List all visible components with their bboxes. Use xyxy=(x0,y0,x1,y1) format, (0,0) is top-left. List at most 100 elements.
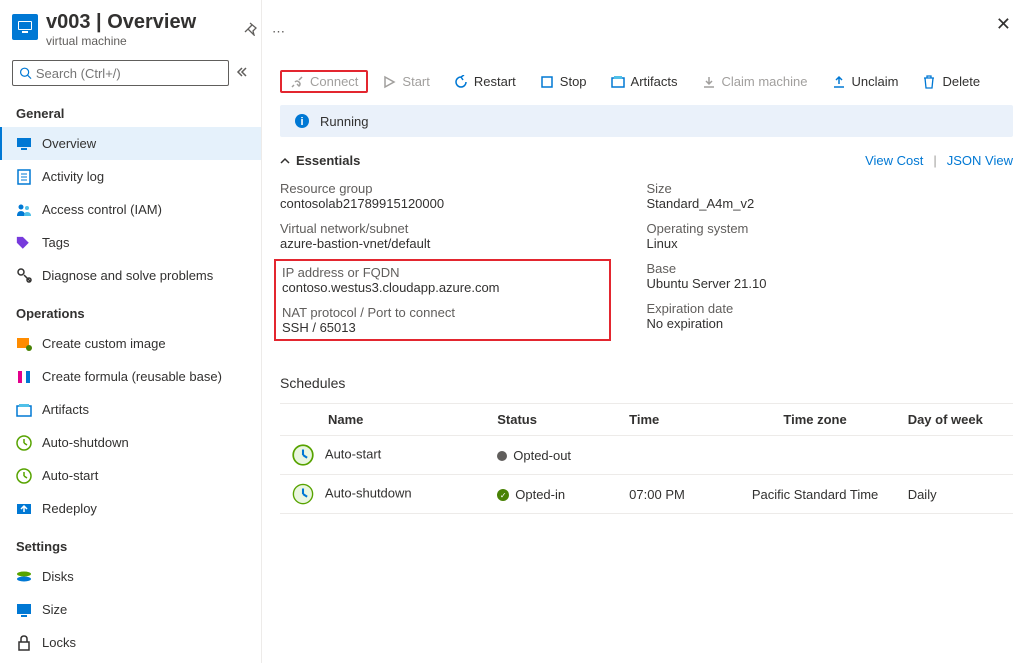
connect-icon xyxy=(290,75,304,89)
artifacts-button[interactable]: Artifacts xyxy=(601,70,688,93)
size-label: Size xyxy=(647,181,1014,196)
ip-value: contoso.westus3.cloudapp.azure.com xyxy=(282,280,603,295)
sidebar-item-label: Redeploy xyxy=(42,501,97,516)
sidebar-item-diagnose[interactable]: Diagnose and solve problems xyxy=(0,259,261,292)
row-timezone: Pacific Standard Time xyxy=(734,475,895,514)
more-icon[interactable]: ⋯ xyxy=(266,18,291,46)
col-dow: Day of week xyxy=(896,404,1013,436)
nat-value: SSH / 65013 xyxy=(282,320,603,335)
sidebar-item-formula[interactable]: Create formula (reusable base) xyxy=(0,360,261,393)
diagnose-icon xyxy=(16,268,32,284)
nav-heading-general: General xyxy=(0,100,261,127)
os-label: Operating system xyxy=(647,221,1014,236)
row-name: Auto-start xyxy=(325,446,381,461)
os-value: Linux xyxy=(647,236,1014,251)
row-time xyxy=(617,436,734,475)
status-text: Running xyxy=(320,114,368,129)
stop-button[interactable]: Stop xyxy=(530,70,597,93)
restart-button[interactable]: Restart xyxy=(444,70,526,93)
status-bar: i Running xyxy=(280,105,1013,137)
search-icon xyxy=(19,66,32,80)
col-name: Name xyxy=(280,404,485,436)
sidebar-item-label: Access control (IAM) xyxy=(42,202,162,217)
redeploy-icon xyxy=(16,501,32,517)
collapse-sidebar-button[interactable] xyxy=(233,64,249,83)
toolbar-label: Stop xyxy=(560,74,587,89)
sidebar-item-auto-shutdown[interactable]: Auto-shutdown xyxy=(0,426,261,459)
sidebar-item-label: Create custom image xyxy=(42,336,166,351)
sidebar-item-label: Diagnose and solve problems xyxy=(42,268,213,283)
sidebar-item-redeploy[interactable]: Redeploy xyxy=(0,492,261,525)
sidebar-item-label: Size xyxy=(42,602,67,617)
artifacts-icon xyxy=(16,402,32,418)
toolbar-label: Delete xyxy=(942,74,980,89)
sidebar-item-size[interactable]: Size xyxy=(0,593,261,626)
toolbar-label: Artifacts xyxy=(631,74,678,89)
formula-icon xyxy=(16,369,32,385)
vnet-value[interactable]: azure-bastion-vnet/default xyxy=(280,236,647,251)
search-input[interactable] xyxy=(36,66,222,81)
nat-label: NAT protocol / Port to connect xyxy=(282,305,603,320)
base-label: Base xyxy=(647,261,1014,276)
sidebar-item-label: Auto-shutdown xyxy=(42,435,129,450)
toolbar-label: Restart xyxy=(474,74,516,89)
clock-icon xyxy=(16,468,32,484)
essentials-heading: Essentials xyxy=(296,153,360,168)
sidebar-item-artifacts[interactable]: Artifacts xyxy=(0,393,261,426)
sidebar-item-tags[interactable]: Tags xyxy=(0,226,261,259)
play-icon xyxy=(382,75,396,89)
row-dow: Daily xyxy=(896,475,1013,514)
claim-button[interactable]: Claim machine xyxy=(692,70,818,93)
sidebar-item-disks[interactable]: Disks xyxy=(0,560,261,593)
unclaim-button[interactable]: Unclaim xyxy=(822,70,909,93)
pin-icon[interactable] xyxy=(238,16,264,45)
sidebar-item-label: Activity log xyxy=(42,169,104,184)
status-dot-icon xyxy=(497,451,507,461)
table-row[interactable]: Auto-start Opted-out xyxy=(280,436,1013,475)
vnet-label: Virtual network/subnet xyxy=(280,221,647,236)
download-icon xyxy=(702,75,716,89)
toolbar-label: Connect xyxy=(310,74,358,89)
delete-button[interactable]: Delete xyxy=(912,70,990,93)
col-status: Status xyxy=(485,404,617,436)
highlighted-connection-info: IP address or FQDN contoso.westus3.cloud… xyxy=(274,259,611,341)
monitor-icon xyxy=(16,136,32,152)
start-button[interactable]: Start xyxy=(372,70,439,93)
size-icon xyxy=(16,602,32,618)
base-value: Ubuntu Server 21.10 xyxy=(647,276,1014,291)
page-subtitle: virtual machine xyxy=(46,34,249,48)
sidebar-item-overview[interactable]: Overview xyxy=(0,127,261,160)
row-timezone xyxy=(734,436,895,475)
row-status: Opted-out xyxy=(513,448,571,463)
people-icon xyxy=(16,202,32,218)
connect-button[interactable]: Connect xyxy=(280,70,368,93)
table-row[interactable]: Auto-shutdown ✓Opted-in 07:00 PM Pacific… xyxy=(280,475,1013,514)
sidebar-item-access-control[interactable]: Access control (IAM) xyxy=(0,193,261,226)
view-cost-link[interactable]: View Cost xyxy=(865,153,923,168)
row-status: Opted-in xyxy=(515,487,565,502)
essentials-toggle[interactable]: Essentials xyxy=(280,153,360,168)
resource-group-value[interactable]: contosolab21789915120000 xyxy=(280,196,647,211)
json-view-link[interactable]: JSON View xyxy=(947,153,1013,168)
vm-icon xyxy=(12,14,38,40)
delete-icon xyxy=(922,75,936,89)
sidebar-item-custom-image[interactable]: Create custom image xyxy=(0,327,261,360)
toolbar-label: Claim machine xyxy=(722,74,808,89)
stop-icon xyxy=(540,75,554,89)
row-time: 07:00 PM xyxy=(617,475,734,514)
activity-log-icon xyxy=(16,169,32,185)
sidebar-item-label: Locks xyxy=(42,635,76,650)
sidebar-item-activity-log[interactable]: Activity log xyxy=(0,160,261,193)
custom-image-icon xyxy=(16,336,32,352)
expiration-value: No expiration xyxy=(647,316,1014,331)
page-title: v003 | Overview xyxy=(46,10,249,34)
close-button[interactable]: ✕ xyxy=(996,14,1011,35)
row-name: Auto-shutdown xyxy=(325,485,412,500)
sidebar-item-label: Overview xyxy=(42,136,96,151)
ip-label: IP address or FQDN xyxy=(282,265,603,280)
toolbar-label: Start xyxy=(402,74,429,89)
search-input-container[interactable] xyxy=(12,60,229,86)
size-value: Standard_A4m_v2 xyxy=(647,196,1014,211)
sidebar-item-auto-start[interactable]: Auto-start xyxy=(0,459,261,492)
sidebar-item-locks[interactable]: Locks xyxy=(0,626,261,659)
